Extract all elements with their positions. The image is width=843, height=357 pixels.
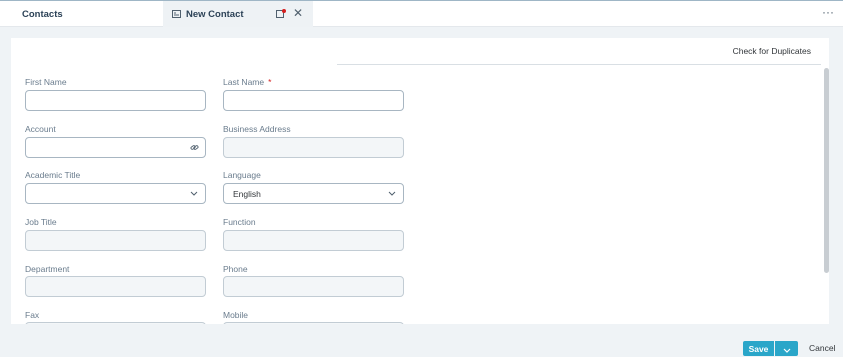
language-label: Language — [223, 170, 261, 180]
first-name-label: First Name — [25, 77, 67, 87]
more-options-icon[interactable]: ··· — [822, 5, 834, 19]
chevron-down-icon[interactable] — [387, 188, 397, 199]
footer-actions: Save Cancel — [0, 330, 843, 357]
academic-title-select[interactable] — [25, 183, 206, 204]
save-menu-button[interactable] — [775, 341, 798, 356]
contact-card-icon — [172, 10, 181, 19]
mobile-label: Mobile — [223, 310, 249, 320]
department-input[interactable] — [25, 276, 206, 297]
function-input[interactable] — [223, 230, 404, 251]
vertical-scrollbar[interactable] — [824, 68, 829, 273]
save-button[interactable]: Save — [743, 341, 774, 356]
duplicates-bar: Check for Duplicates — [337, 38, 821, 65]
language-value: English — [233, 189, 261, 199]
last-name-input[interactable] — [223, 90, 404, 111]
account-input[interactable] — [25, 137, 206, 158]
link-icon[interactable] — [189, 142, 199, 153]
account-label: Account — [25, 124, 56, 134]
academic-title-label: Academic Title — [25, 170, 81, 180]
language-select[interactable]: English — [223, 183, 404, 204]
last-name-label: Last Name * — [223, 77, 272, 87]
phone-input[interactable] — [223, 276, 404, 297]
department-label: Department — [25, 264, 70, 274]
job-title-label: Job Title — [25, 217, 57, 227]
business-address-label: Business Address — [223, 124, 291, 134]
business-address-input[interactable] — [223, 137, 404, 158]
chevron-down-icon[interactable] — [189, 188, 199, 199]
first-name-input[interactable] — [25, 90, 206, 111]
check-duplicates-link[interactable]: Check for Duplicates — [733, 46, 811, 56]
function-label: Function — [223, 217, 256, 227]
chevron-down-icon — [783, 340, 791, 357]
tab-bar: Contacts New Contact ✕ ··· — [0, 0, 843, 27]
tab-contacts-label: Contacts — [22, 8, 63, 20]
required-marker: * — [268, 77, 272, 87]
pin-icon[interactable] — [276, 9, 286, 19]
job-title-input[interactable] — [25, 230, 206, 251]
tab-new-contact-label: New Contact — [186, 8, 244, 20]
save-button-group: Save — [743, 341, 798, 356]
cancel-button[interactable]: Cancel — [809, 343, 835, 353]
mobile-input[interactable] — [223, 322, 404, 324]
close-icon[interactable]: ✕ — [293, 6, 303, 20]
phone-label: Phone — [223, 264, 248, 274]
fax-input[interactable] — [25, 322, 206, 324]
new-contact-form: Check for Duplicates First Name Last Nam… — [11, 38, 829, 324]
fax-label: Fax — [25, 310, 40, 320]
tab-new-contact[interactable]: New Contact ✕ — [163, 1, 313, 27]
tab-contacts[interactable]: Contacts — [22, 1, 63, 27]
